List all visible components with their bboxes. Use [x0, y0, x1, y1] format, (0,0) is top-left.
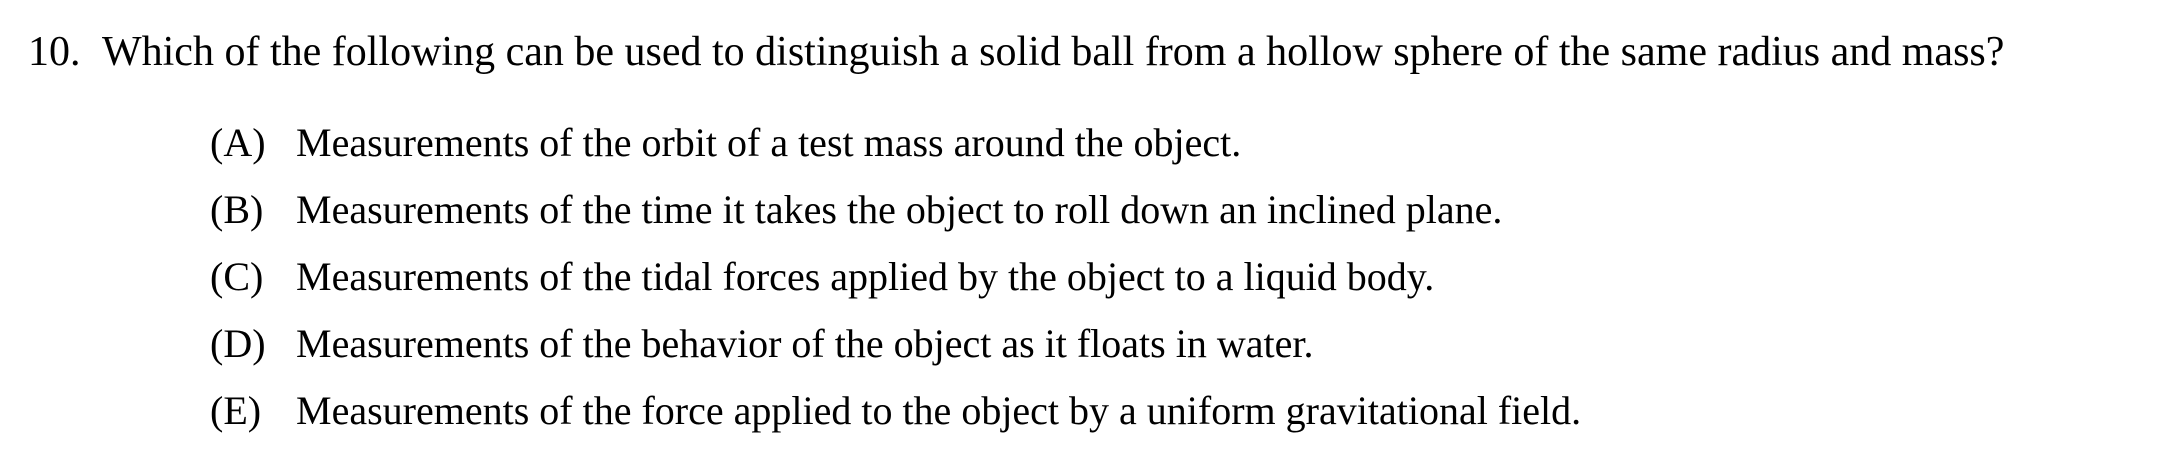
choice-letter: (C) — [210, 254, 264, 299]
answer-choices: (A) Measurements of the orbit of a test m… — [210, 112, 1581, 447]
question-stem: 10. Which of the following can be used to… — [28, 22, 2004, 82]
choice-letter: (A) — [210, 120, 266, 165]
choice-letter: (B) — [210, 187, 264, 232]
answer-choice-a: (A) Measurements of the orbit of a test m… — [210, 112, 1581, 179]
choice-text: Measurements of the behavior of the obje… — [296, 321, 1314, 366]
question-number: 10. — [28, 29, 81, 75]
answer-choice-c: (C) Measurements of the tidal forces appl… — [210, 246, 1581, 313]
choice-text: Measurements of the force applied to the… — [296, 388, 1582, 433]
answer-choice-e: (E) Measurements of the force applied to … — [210, 380, 1581, 447]
choice-text: Measurements of the time it takes the ob… — [296, 187, 1503, 232]
answer-choice-d: (D) Measurements of the behavior of the o… — [210, 313, 1581, 380]
choice-letter: (D) — [210, 321, 266, 366]
choice-letter: (E) — [210, 388, 262, 433]
answer-choice-b: (B) Measurements of the time it takes the… — [210, 179, 1581, 246]
choice-text: Measurements of the orbit of a test mass… — [296, 120, 1242, 165]
question-text: Which of the following can be used to di… — [102, 29, 2005, 75]
choice-text: Measurements of the tidal forces applied… — [296, 254, 1435, 299]
question-block: 10. Which of the following can be used to… — [0, 0, 2178, 468]
